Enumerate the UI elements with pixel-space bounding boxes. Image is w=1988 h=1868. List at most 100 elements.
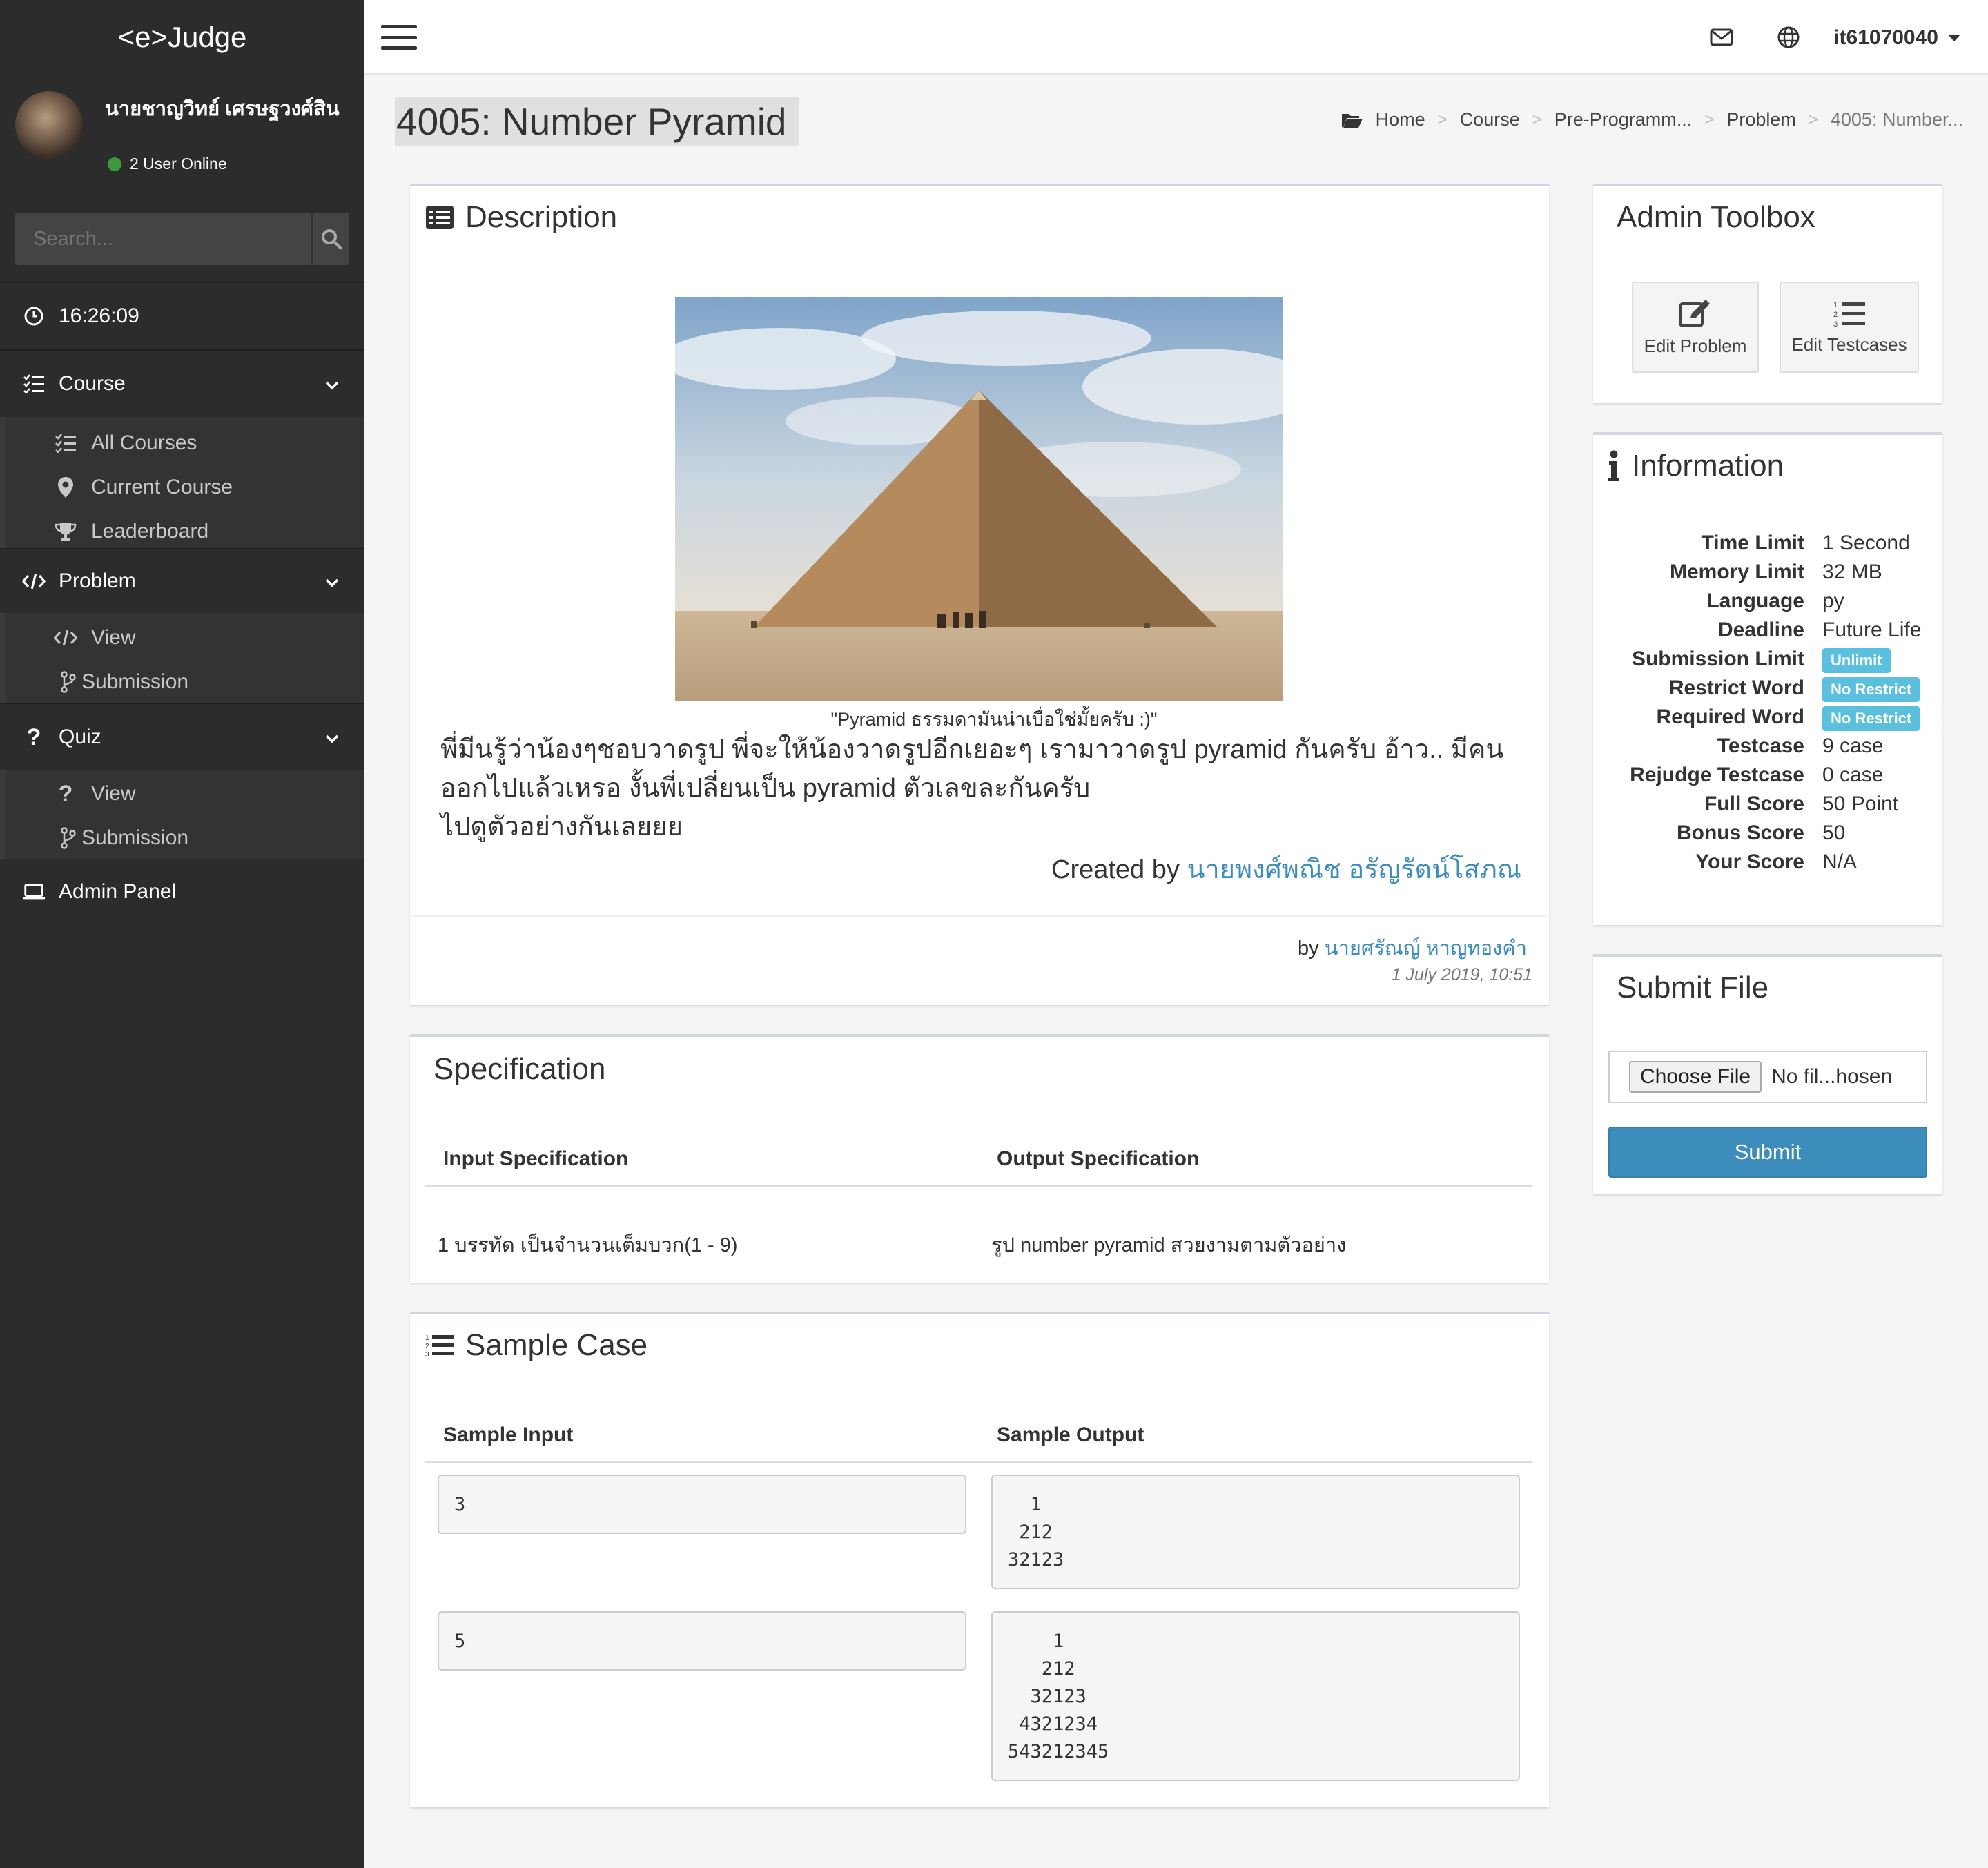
info-key: Full Score (1704, 792, 1804, 815)
nav-all-courses[interactable]: All Courses (6, 424, 364, 463)
edit-problem-button[interactable]: Edit Problem (1632, 282, 1759, 373)
username: it61070040 (1833, 26, 1938, 49)
file-input[interactable]: Choose File No fil...hosen (1608, 1051, 1927, 1103)
table-divider (425, 1185, 1532, 1187)
sample-input-2[interactable]: 5 (438, 1611, 966, 1671)
info-row-language: Language py (1595, 590, 1953, 619)
post-date: 1 July 2019, 10:51 (1391, 965, 1532, 984)
sample-output-2[interactable]: 1 212 32123 4321234 543212345 (991, 1611, 1520, 1781)
creator-link[interactable]: นายพงศ์พณิช อรัญรัตน์โสภณ (1187, 855, 1521, 884)
page-title: 4005: Number Pyramid (395, 97, 799, 146)
info-row-bonus-score: Bonus Score 50 (1595, 821, 1953, 850)
nav-all-courses-label: All Courses (91, 431, 197, 454)
breadcrumb-course[interactable]: Course (1460, 109, 1520, 130)
nav-course-submenu: All Courses Current Course Leaderboard (0, 417, 364, 548)
search-input[interactable] (15, 213, 311, 265)
edit-testcases-label: Edit Testcases (1791, 333, 1907, 355)
info-value: 50 (1822, 821, 1846, 844)
submit-file-title: Submit File (1617, 971, 1769, 1004)
avatar (15, 91, 83, 159)
info-key: Required Word (1656, 706, 1804, 728)
nav-quiz-submission[interactable]: Submission (6, 819, 364, 857)
info-value: 50 Point (1822, 792, 1899, 815)
description-line-2: ออกไปแล้วเหรอ งั้นพี่เปลี่ยนเป็น pyramid… (440, 774, 1091, 803)
svg-text:3: 3 (425, 1351, 429, 1358)
nav-quiz-submission-label: Submission (81, 826, 189, 849)
sidebar-toggle-button[interactable] (381, 22, 417, 52)
input-spec-header: Input Specification (443, 1147, 629, 1170)
info-key: Restrict Word (1668, 677, 1804, 699)
edit-testcases-button[interactable]: 1 23 Edit Testcases (1780, 282, 1919, 373)
input-spec: 1 บรรทัด เป็นจำนวนเต็มบวก(1 - 9) (438, 1234, 738, 1256)
nav-problem[interactable]: Problem (0, 549, 364, 613)
nav-current-course[interactable]: Current Course (6, 468, 364, 507)
clock: 16:26:09 (0, 283, 364, 349)
info-row-deadline: Deadline Future Life (1595, 619, 1953, 648)
info-row-required-word: Required Word No Restrict (1595, 706, 1953, 734)
sidebar-search (15, 213, 349, 265)
list-ol-icon: 123 (425, 1334, 454, 1358)
nav-course[interactable]: Course (0, 351, 364, 417)
table-divider (425, 1461, 1532, 1463)
info-value: 32 MB (1822, 561, 1882, 583)
nav-leaderboard-label: Leaderboard (91, 520, 209, 543)
clock-time: 16:26:09 (59, 304, 139, 327)
nav-admin-panel[interactable]: Admin Panel (0, 859, 364, 925)
description-header: Description (425, 200, 617, 235)
info-value: N/A (1822, 850, 1858, 873)
submit-button[interactable]: Submit (1608, 1127, 1927, 1178)
info-row-your-score: Your Score N/A (1595, 850, 1953, 879)
nav-problem-view[interactable]: View (6, 619, 364, 657)
info-value: 9 case (1822, 734, 1884, 757)
menu-bar (381, 25, 417, 28)
online-status: 2 User Online (108, 155, 227, 173)
description-line-3: ไปดูตัวอย่างกันเลยยย (440, 813, 683, 841)
info-key: Language (1706, 590, 1804, 612)
nav-leaderboard[interactable]: Leaderboard (6, 512, 364, 551)
author-link[interactable]: นายศรัณญ์ หาญทองคำ (1325, 937, 1527, 960)
nav-quiz-view[interactable]: ? View (6, 775, 364, 813)
created-by: Created by นายพงศ์พณิช อรัญรัตน์โสภณ (1051, 848, 1521, 890)
globe-icon[interactable] (1775, 23, 1802, 51)
app-logo[interactable]: <e>Judge (0, 0, 364, 75)
folder-open-icon (1341, 113, 1363, 128)
info-row-testcase: Testcase 9 case (1595, 734, 1953, 763)
search-icon (321, 229, 342, 249)
info-key: Your Score (1695, 850, 1804, 873)
nav-problem-submission[interactable]: Submission (6, 663, 364, 701)
status-badge: No Restrict (1822, 706, 1920, 731)
search-button[interactable] (311, 213, 349, 265)
breadcrumb-home[interactable]: Home (1376, 109, 1425, 130)
user-menu[interactable]: it61070040 (1833, 26, 1960, 50)
created-by-label: Created by (1051, 855, 1180, 884)
top-navbar: it61070040 (364, 0, 1988, 75)
info-value: Future Life (1822, 619, 1922, 641)
breadcrumb-separator: > (1437, 110, 1448, 129)
sample-output-header: Sample Output (997, 1423, 1144, 1446)
info-key: Memory Limit (1669, 561, 1804, 583)
menu-bar (381, 35, 417, 39)
info-key: Rejudge Testcase (1630, 763, 1804, 786)
sample-input-1[interactable]: 3 (438, 1475, 966, 1534)
breadcrumb-course-name[interactable]: Pre-Programm... (1555, 109, 1693, 130)
nav-admin-panel-label: Admin Panel (59, 880, 177, 903)
map-marker-icon (54, 476, 77, 499)
info-key: Submission Limit (1631, 648, 1804, 670)
chevron-down-icon (324, 372, 340, 396)
choose-file-button[interactable]: Choose File (1629, 1061, 1762, 1093)
breadcrumb-problem[interactable]: Problem (1726, 109, 1796, 130)
sample-output-1[interactable]: 1 212 32123 (991, 1475, 1520, 1589)
nav-quiz-view-label: View (91, 782, 136, 805)
online-count: 2 User Online (130, 155, 227, 173)
clock-icon (22, 304, 46, 328)
sample-case-title: Sample Case (465, 1328, 648, 1362)
nav-problem-submenu: View Submission (0, 613, 364, 703)
nav-quiz-submenu: ? View Submission (0, 770, 364, 859)
file-status: No fil...hosen (1771, 1065, 1893, 1088)
chevron-down-icon (324, 570, 340, 593)
envelope-icon[interactable] (1708, 23, 1735, 51)
info-row-full-score: Full Score 50 Point (1595, 792, 1953, 821)
info-icon (1608, 450, 1619, 481)
nav-problem-submission-label: Submission (81, 670, 189, 693)
info-row-submission-limit: Submission Limit Unlimit (1595, 648, 1953, 677)
